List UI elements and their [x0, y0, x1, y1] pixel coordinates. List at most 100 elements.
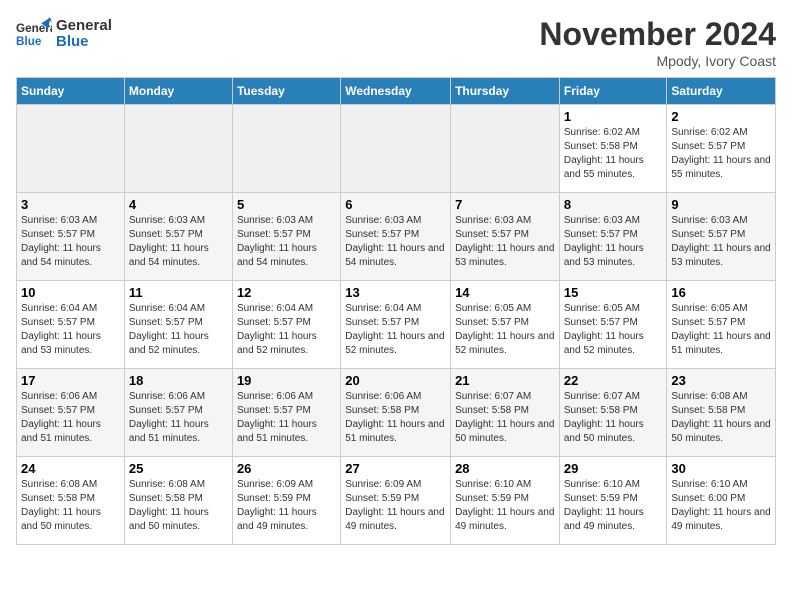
- day-number: 29: [564, 461, 663, 476]
- day-info: Sunrise: 6:09 AM Sunset: 5:59 PM Dayligh…: [345, 478, 446, 534]
- weekday-header-saturday: Saturday: [667, 78, 776, 105]
- calendar-cell: 22 Sunrise: 6:07 AM Sunset: 5:58 PM Dayli…: [559, 369, 667, 457]
- calendar-cell: 4Sunrise: 6:03 AM Sunset: 5:57 PM Daylig…: [124, 193, 232, 281]
- day-number: 22: [564, 373, 663, 388]
- day-number: 2: [671, 109, 771, 124]
- day-info: Sunrise: 6:05 AM Sunset: 5:57 PM Dayligh…: [455, 302, 555, 358]
- calendar-cell: 14 Sunrise: 6:05 AM Sunset: 5:57 PM Dayli…: [451, 281, 560, 369]
- day-number: 23: [671, 373, 771, 388]
- day-number: 17: [21, 373, 120, 388]
- day-info: Sunrise: 6:02 AM Sunset: 5:57 PM Dayligh…: [671, 126, 771, 182]
- day-info: Sunrise: 6:06 AM Sunset: 5:58 PM Dayligh…: [345, 390, 446, 446]
- day-info: Sunrise: 6:07 AM Sunset: 5:58 PM Dayligh…: [564, 390, 663, 446]
- day-info: Sunrise: 6:06 AM Sunset: 5:57 PM Dayligh…: [21, 390, 120, 446]
- day-info: Sunrise: 6:07 AM Sunset: 5:58 PM Dayligh…: [455, 390, 555, 446]
- day-number: 16: [671, 285, 771, 300]
- weekday-header-row: SundayMondayTuesdayWednesdayThursdayFrid…: [17, 78, 776, 105]
- day-number: 13: [345, 285, 446, 300]
- day-number: 28: [455, 461, 555, 476]
- calendar-cell: 28 Sunrise: 6:10 AM Sunset: 5:59 PM Dayli…: [451, 457, 560, 545]
- weekday-header-thursday: Thursday: [451, 78, 560, 105]
- page-header: General Blue General Blue November 2024 …: [16, 16, 776, 69]
- calendar-cell: 17 Sunrise: 6:06 AM Sunset: 5:57 PM Dayli…: [17, 369, 125, 457]
- calendar-cell: 20 Sunrise: 6:06 AM Sunset: 5:58 PM Dayli…: [341, 369, 451, 457]
- day-number: 14: [455, 285, 555, 300]
- day-info: Sunrise: 6:03 AM Sunset: 5:57 PM Dayligh…: [671, 214, 771, 270]
- logo: General Blue General Blue: [16, 16, 112, 52]
- day-info: Sunrise: 6:04 AM Sunset: 5:57 PM Dayligh…: [345, 302, 446, 358]
- calendar-cell: 9Sunrise: 6:03 AM Sunset: 5:57 PM Daylig…: [667, 193, 776, 281]
- day-info: Sunrise: 6:04 AM Sunset: 5:57 PM Dayligh…: [129, 302, 228, 358]
- calendar-cell: 21 Sunrise: 6:07 AM Sunset: 5:58 PM Dayli…: [451, 369, 560, 457]
- day-info: Sunrise: 6:10 AM Sunset: 6:00 PM Dayligh…: [671, 478, 771, 534]
- day-info: Sunrise: 6:05 AM Sunset: 5:57 PM Dayligh…: [564, 302, 663, 358]
- day-info: Sunrise: 6:03 AM Sunset: 5:57 PM Dayligh…: [21, 214, 120, 270]
- weekday-header-wednesday: Wednesday: [341, 78, 451, 105]
- calendar-cell: 15 Sunrise: 6:05 AM Sunset: 5:57 PM Dayli…: [559, 281, 667, 369]
- calendar-cell: 8Sunrise: 6:03 AM Sunset: 5:57 PM Daylig…: [559, 193, 667, 281]
- calendar-cell: 2 Sunrise: 6:02 AM Sunset: 5:57 PM Daylig…: [667, 105, 776, 193]
- calendar-cell: 24Sunrise: 6:08 AM Sunset: 5:58 PM Dayli…: [17, 457, 125, 545]
- weekday-header-sunday: Sunday: [17, 78, 125, 105]
- day-info: Sunrise: 6:02 AM Sunset: 5:58 PM Dayligh…: [564, 126, 663, 182]
- calendar-cell: 7 Sunrise: 6:03 AM Sunset: 5:57 PM Daylig…: [451, 193, 560, 281]
- month-title: November 2024: [539, 16, 776, 53]
- day-number: 6: [345, 197, 446, 212]
- calendar-week-row: 24Sunrise: 6:08 AM Sunset: 5:58 PM Dayli…: [17, 457, 776, 545]
- day-number: 4: [129, 197, 228, 212]
- day-info: Sunrise: 6:04 AM Sunset: 5:57 PM Dayligh…: [237, 302, 336, 358]
- calendar-cell: 5 Sunrise: 6:03 AM Sunset: 5:57 PM Daylig…: [232, 193, 340, 281]
- calendar-cell: 3 Sunrise: 6:03 AM Sunset: 5:57 PM Daylig…: [17, 193, 125, 281]
- calendar-cell: [124, 105, 232, 193]
- calendar-week-row: 3 Sunrise: 6:03 AM Sunset: 5:57 PM Daylig…: [17, 193, 776, 281]
- day-info: Sunrise: 6:03 AM Sunset: 5:57 PM Dayligh…: [237, 214, 336, 270]
- calendar-cell: 13 Sunrise: 6:04 AM Sunset: 5:57 PM Dayli…: [341, 281, 451, 369]
- day-number: 18: [129, 373, 228, 388]
- day-number: 1: [564, 109, 663, 124]
- calendar-cell: 11 Sunrise: 6:04 AM Sunset: 5:57 PM Dayli…: [124, 281, 232, 369]
- day-number: 10: [21, 285, 120, 300]
- calendar-cell: 12 Sunrise: 6:04 AM Sunset: 5:57 PM Dayli…: [232, 281, 340, 369]
- calendar-cell: 27 Sunrise: 6:09 AM Sunset: 5:59 PM Dayli…: [341, 457, 451, 545]
- calendar-cell: 26 Sunrise: 6:09 AM Sunset: 5:59 PM Dayli…: [232, 457, 340, 545]
- logo-icon: General Blue: [16, 16, 52, 52]
- day-info: Sunrise: 6:08 AM Sunset: 5:58 PM Dayligh…: [129, 478, 228, 534]
- day-number: 21: [455, 373, 555, 388]
- day-number: 20: [345, 373, 446, 388]
- day-info: Sunrise: 6:10 AM Sunset: 5:59 PM Dayligh…: [455, 478, 555, 534]
- day-info: Sunrise: 6:10 AM Sunset: 5:59 PM Dayligh…: [564, 478, 663, 534]
- day-number: 7: [455, 197, 555, 212]
- calendar-cell: 23 Sunrise: 6:08 AM Sunset: 5:58 PM Dayli…: [667, 369, 776, 457]
- day-number: 19: [237, 373, 336, 388]
- day-info: Sunrise: 6:06 AM Sunset: 5:57 PM Dayligh…: [129, 390, 228, 446]
- calendar-cell: 25Sunrise: 6:08 AM Sunset: 5:58 PM Dayli…: [124, 457, 232, 545]
- day-info: Sunrise: 6:03 AM Sunset: 5:57 PM Dayligh…: [564, 214, 663, 270]
- calendar-cell: 29 Sunrise: 6:10 AM Sunset: 5:59 PM Dayli…: [559, 457, 667, 545]
- day-number: 11: [129, 285, 228, 300]
- day-number: 5: [237, 197, 336, 212]
- day-number: 3: [21, 197, 120, 212]
- calendar-table: SundayMondayTuesdayWednesdayThursdayFrid…: [16, 77, 776, 545]
- day-number: 12: [237, 285, 336, 300]
- day-info: Sunrise: 6:09 AM Sunset: 5:59 PM Dayligh…: [237, 478, 336, 534]
- calendar-cell: 19 Sunrise: 6:06 AM Sunset: 5:57 PM Dayli…: [232, 369, 340, 457]
- day-number: 27: [345, 461, 446, 476]
- calendar-cell: 30 Sunrise: 6:10 AM Sunset: 6:00 PM Dayli…: [667, 457, 776, 545]
- calendar-cell: [341, 105, 451, 193]
- day-number: 26: [237, 461, 336, 476]
- calendar-cell: 18 Sunrise: 6:06 AM Sunset: 5:57 PM Dayli…: [124, 369, 232, 457]
- day-info: Sunrise: 6:08 AM Sunset: 5:58 PM Dayligh…: [671, 390, 771, 446]
- logo-blue: Blue: [56, 33, 89, 50]
- day-number: 30: [671, 461, 771, 476]
- day-info: Sunrise: 6:03 AM Sunset: 5:57 PM Dayligh…: [455, 214, 555, 270]
- day-info: Sunrise: 6:05 AM Sunset: 5:57 PM Dayligh…: [671, 302, 771, 358]
- day-info: Sunrise: 6:06 AM Sunset: 5:57 PM Dayligh…: [237, 390, 336, 446]
- weekday-header-monday: Monday: [124, 78, 232, 105]
- day-info: Sunrise: 6:04 AM Sunset: 5:57 PM Dayligh…: [21, 302, 120, 358]
- day-number: 15: [564, 285, 663, 300]
- title-section: November 2024 Mpody, Ivory Coast: [539, 16, 776, 69]
- day-info: Sunrise: 6:08 AM Sunset: 5:58 PM Dayligh…: [21, 478, 120, 534]
- weekday-header-friday: Friday: [559, 78, 667, 105]
- calendar-cell: 1 Sunrise: 6:02 AM Sunset: 5:58 PM Daylig…: [559, 105, 667, 193]
- logo-general: General: [56, 17, 112, 34]
